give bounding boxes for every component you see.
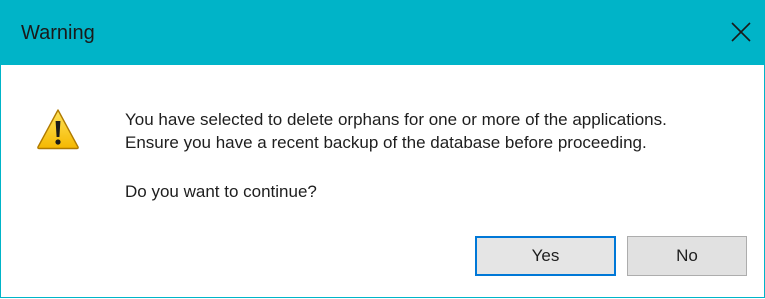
warning-dialog: Warning You have selected to delete orph… <box>0 0 765 298</box>
title-bar[interactable]: Warning <box>1 0 764 65</box>
button-bar: Yes No <box>1 225 764 297</box>
no-button[interactable]: No <box>627 236 747 276</box>
close-icon <box>731 22 751 42</box>
confirm-question: Do you want to continue? <box>125 182 317 201</box>
message-line-1: You have selected to delete orphans for … <box>125 110 667 129</box>
message-line-2: Ensure you have a recent backup of the d… <box>125 133 647 152</box>
warning-triangle-icon <box>37 109 79 150</box>
close-button[interactable] <box>718 0 764 65</box>
message-area: You have selected to delete orphans for … <box>1 65 764 225</box>
yes-button[interactable]: Yes <box>475 236 616 276</box>
dialog-title: Warning <box>21 22 95 44</box>
